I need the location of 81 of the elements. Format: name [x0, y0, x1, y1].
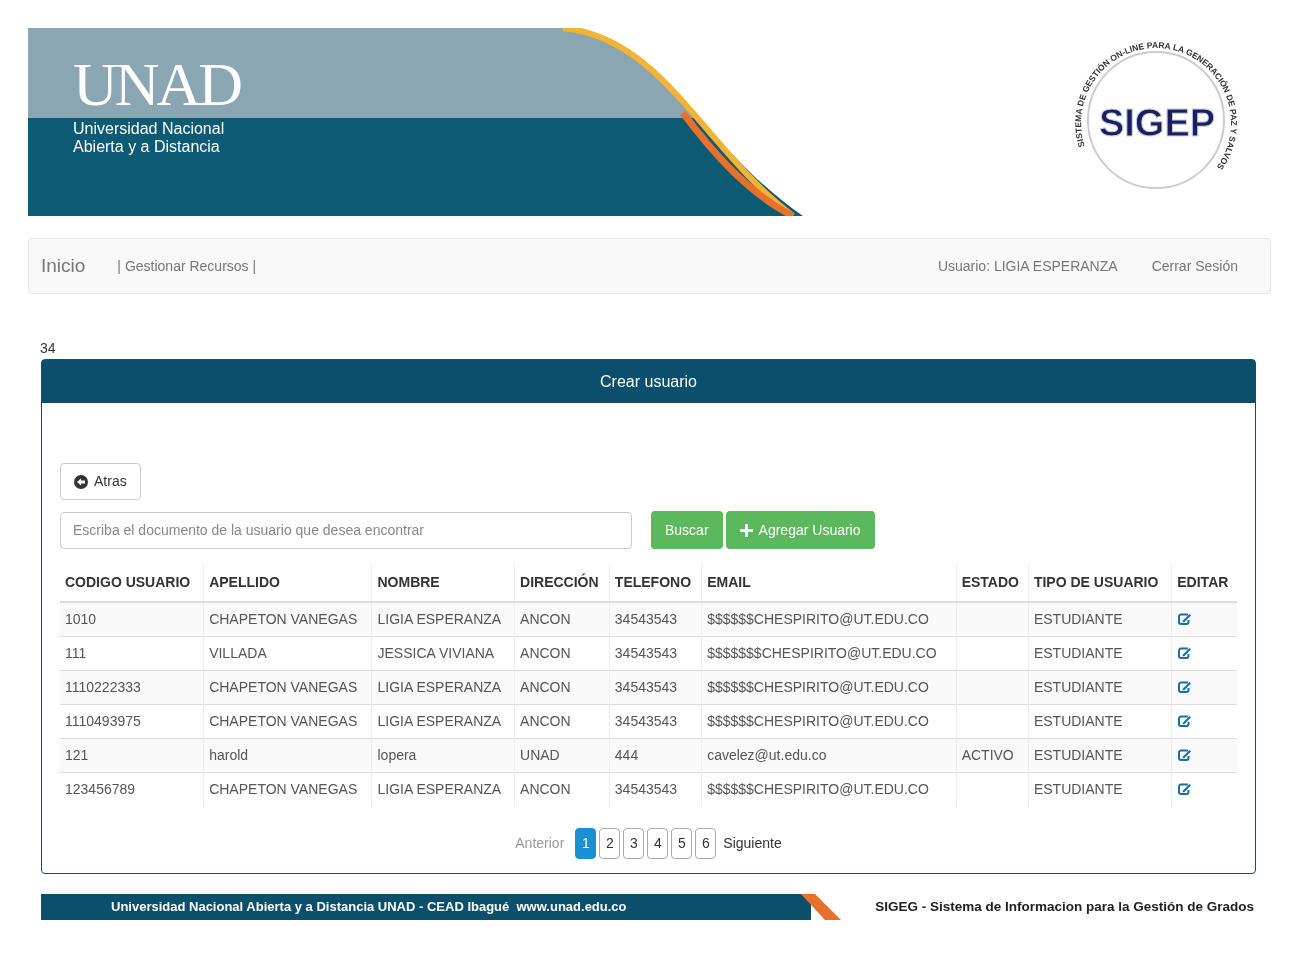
table-cell: ESTUDIANTE [1033, 746, 1123, 763]
footer-text: SIGEG - Sistema de Informacion para la Gestión de Grados [875, 897, 1254, 916]
edit-icon[interactable] [1177, 612, 1193, 627]
logo-text: Abierta y a Distancia [73, 138, 221, 156]
plus-icon [739, 523, 753, 537]
search-field[interactable]: Escriba el documento de la usuario que desea encontrar [60, 511, 632, 549]
table-cell: JESSICA VIVIANA [377, 644, 495, 661]
logout-link[interactable]: Cerrar Sesión [1151, 255, 1238, 277]
table-cell: 1110222333 [65, 678, 141, 695]
table-cell: ANCON [520, 644, 571, 661]
column-header: NOMBRE [372, 564, 515, 602]
table-cell: LIGIA ESPERANZA [377, 678, 502, 695]
pagination-next[interactable]: Siguiente [723, 833, 782, 854]
table-cell: LIGIA ESPERANZA [377, 610, 502, 627]
table-cell: CHAPETON VANEGAS [209, 780, 358, 797]
table-cell: ESTUDIANTE [1033, 610, 1123, 627]
table-cell: 111 [65, 644, 87, 661]
table-cell: LIGIA ESPERANZA [377, 712, 502, 729]
table-cell: 34543543 [614, 780, 678, 797]
table-cell: 1110493975 [65, 712, 141, 729]
table-cell: 1010 [65, 610, 97, 627]
table-cell: ESTUDIANTE [1033, 644, 1123, 661]
page-link[interactable]: 2 [599, 828, 621, 859]
table-cell: ANCON [520, 678, 571, 695]
table-cell: 34543543 [614, 712, 678, 729]
table-cell: $$$$$$CHESPIRITO@UT.EDU.CO [707, 610, 929, 627]
nav-link[interactable]: | Gestionar Recursos | [117, 255, 257, 277]
page-link[interactable]: 6 [695, 828, 717, 859]
table-cell: harold [209, 746, 249, 763]
column-header: CODIGO USUARIO [60, 564, 204, 602]
table-cell: cavelez@ut.edu.co [707, 746, 827, 763]
table-cell: 444 [614, 746, 639, 763]
column-header: DIRECCIÓN [514, 564, 610, 602]
table-cell: ANCON [520, 712, 571, 729]
page-link[interactable]: 3 [623, 828, 645, 859]
table-cell: 34543543 [614, 678, 678, 695]
table-cell: 121 [65, 746, 89, 763]
table-cell: $$$$$$CHESPIRITO@UT.EDU.CO [707, 780, 929, 797]
table-cell: ESTUDIANTE [1033, 780, 1123, 797]
table-cell: 34543543 [614, 610, 678, 627]
edit-icon[interactable] [1177, 714, 1193, 728]
page-link[interactable]: 4 [647, 828, 669, 859]
user-label: Usuario: LIGIA ESPERANZA [937, 256, 1118, 276]
column-header: EDITAR [1171, 564, 1237, 602]
column-header: ESTADO [956, 564, 1029, 602]
panel-title: Crear usuario [42, 360, 1255, 403]
arrow-left-icon [74, 474, 88, 489]
table-cell: CHAPETON VANEGAS [209, 678, 358, 695]
table-cell: $$$$$$CHESPIRITO@UT.EDU.CO [707, 712, 929, 729]
table-cell: ESTUDIANTE [1033, 678, 1123, 695]
table-cell: 34543543 [614, 644, 678, 661]
table-cell: ESTUDIANTE [1033, 712, 1123, 729]
edit-icon[interactable] [1177, 748, 1193, 762]
table-cell: ANCON [520, 610, 571, 627]
record-count: 34 [40, 339, 57, 358]
column-header: EMAIL [701, 564, 957, 602]
page-link[interactable]: 1 [575, 828, 597, 859]
table-cell: VILLADA [209, 644, 267, 661]
table-cell: 123456789 [65, 780, 136, 797]
table-cell: $$$$$$CHESPIRITO@UT.EDU.CO [707, 678, 929, 695]
footer-swoosh-drawing [801, 894, 841, 920]
edit-icon[interactable] [1177, 646, 1193, 660]
table-cell: LIGIA ESPERANZA [377, 780, 502, 797]
logo-text: Universidad Nacional [73, 120, 226, 138]
edit-icon[interactable] [1177, 782, 1193, 797]
table-cell: lopera [377, 746, 417, 763]
edit-icon[interactable] [1177, 680, 1193, 694]
logo-wordmark: UNAD [73, 49, 241, 120]
table-cell: CHAPETON VANEGAS [209, 712, 358, 729]
page-link[interactable]: 5 [671, 828, 693, 859]
column-header: TELEFONO [609, 564, 702, 602]
footer-text: Universidad Nacional Abierta y a Distancia UNAD - CEAD Ibagué www.unad.edu.co [111, 898, 627, 917]
table-cell: $$$$$$$CHESPIRITO@UT.EDU.CO [707, 644, 937, 661]
table-cell: CHAPETON VANEGAS [209, 610, 358, 627]
table-cell: ANCON [520, 780, 571, 797]
column-header: APELLIDO [203, 564, 372, 602]
table-cell: ACTIVO [961, 746, 1014, 763]
back-button[interactable]: Atras [60, 463, 141, 500]
table-cell: UNAD [520, 746, 560, 763]
column-header: TIPO DE USUARIO [1028, 564, 1172, 602]
nav-link[interactable]: Inicio [41, 251, 86, 281]
